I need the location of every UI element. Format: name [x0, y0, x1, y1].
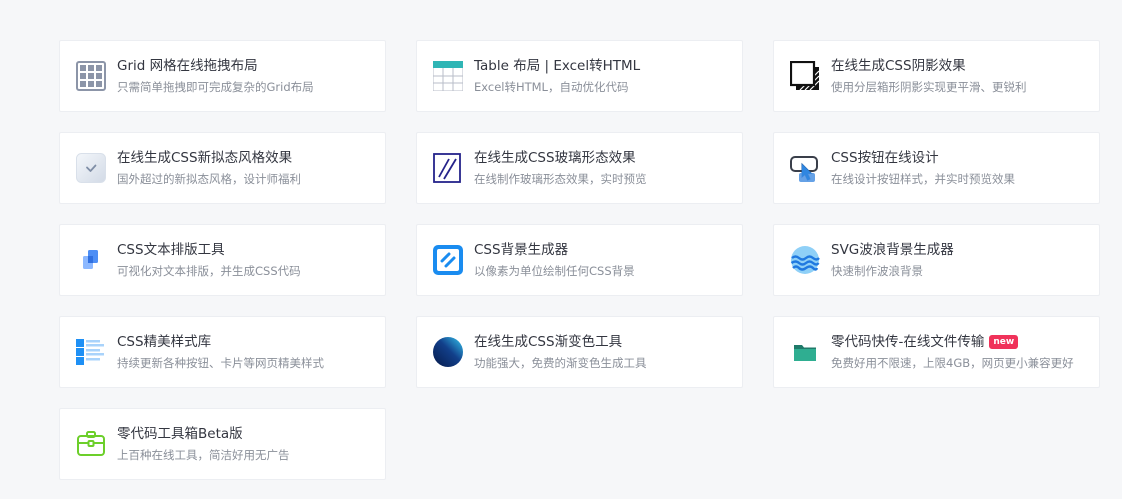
table-icon [432, 60, 464, 92]
tool-description: 上百种在线工具，简洁好用无广告 [117, 448, 290, 462]
tool-description: 可视化对文本排版，并生成CSS代码 [117, 264, 301, 278]
glassmorphism-icon [432, 152, 464, 184]
tool-description: Excel转HTML，自动优化代码 [474, 80, 629, 94]
tool-title: 零代码工具箱Beta版 [117, 426, 243, 442]
tool-description: 只需简单拖拽即可完成复杂的Grid布局 [117, 80, 314, 94]
tool-title: 在线生成CSS新拟态风格效果 [117, 150, 293, 166]
tool-card-table-layout[interactable]: Table 布局 | Excel转HTML Excel转HTML，自动优化代码 [416, 40, 743, 112]
tool-card-file-transfer[interactable]: 零代码快传-在线文件传输 new 免费好用不限速，上限4GB，网页更小兼容更好 [773, 316, 1100, 388]
tool-title: 零代码快传-在线文件传输 [831, 334, 985, 350]
tool-card-toolbox[interactable]: 零代码工具箱Beta版 上百种在线工具，简洁好用无广告 [59, 408, 386, 480]
tool-card-button-design[interactable]: CSS按钮在线设计 在线设计按钮样式，并实时预览效果 [773, 132, 1100, 204]
tool-title: CSS文本排版工具 [117, 242, 225, 258]
tool-title: SVG波浪背景生成器 [831, 242, 954, 258]
tool-title: CSS按钮在线设计 [831, 150, 939, 166]
folder-icon [789, 336, 821, 368]
tool-title: Grid 网格在线拖拽布局 [117, 58, 258, 74]
tool-title: 在线生成CSS玻璃形态效果 [474, 150, 636, 166]
toolbox-icon [75, 428, 107, 460]
box-shadow-icon [789, 60, 821, 92]
tool-card-box-shadow[interactable]: 在线生成CSS阴影效果 使用分层箱形阴影实现更平滑、更锐利 [773, 40, 1100, 112]
tool-description: 功能强大，免费的渐变色生成工具 [474, 356, 647, 370]
tool-description: 在线制作玻璃形态效果，实时预览 [474, 172, 647, 186]
style-library-icon [75, 336, 107, 368]
tool-description: 以像素为单位绘制任何CSS背景 [474, 264, 635, 278]
svg-wave-icon [789, 244, 821, 276]
background-generator-icon [432, 244, 464, 276]
text-layout-icon [75, 244, 107, 276]
neumorphism-icon [75, 152, 107, 184]
tool-description: 国外超过的新拟态风格，设计师福利 [117, 172, 301, 186]
tool-title-row: 零代码快传-在线文件传输 new [831, 333, 1074, 351]
tool-title: 在线生成CSS阴影效果 [831, 58, 966, 74]
button-design-icon [789, 152, 821, 184]
tool-description: 持续更新各种按钮、卡片等网页精美样式 [117, 356, 324, 370]
tool-title: CSS精美样式库 [117, 334, 212, 350]
tool-description: 使用分层箱形阴影实现更平滑、更锐利 [831, 80, 1027, 94]
new-badge: new [989, 335, 1019, 349]
tools-grid: Grid 网格在线拖拽布局 只需简单拖拽即可完成复杂的Grid布局 Table … [59, 40, 1100, 480]
tool-description: 快速制作波浪背景 [831, 264, 923, 278]
tool-card-gradient[interactable]: 在线生成CSS渐变色工具 功能强大，免费的渐变色生成工具 [416, 316, 743, 388]
grid-layout-icon [75, 60, 107, 92]
tool-card-glassmorphism[interactable]: 在线生成CSS玻璃形态效果 在线制作玻璃形态效果，实时预览 [416, 132, 743, 204]
gradient-icon [432, 336, 464, 368]
tool-description: 在线设计按钮样式，并实时预览效果 [831, 172, 1015, 186]
tool-description: 免费好用不限速，上限4GB，网页更小兼容更好 [831, 356, 1074, 370]
tool-title: 在线生成CSS渐变色工具 [474, 334, 623, 350]
tool-title: CSS背景生成器 [474, 242, 569, 258]
tool-card-neumorphism[interactable]: 在线生成CSS新拟态风格效果 国外超过的新拟态风格，设计师福利 [59, 132, 386, 204]
tool-card-text-layout[interactable]: CSS文本排版工具 可视化对文本排版，并生成CSS代码 [59, 224, 386, 296]
tool-card-style-library[interactable]: CSS精美样式库 持续更新各种按钮、卡片等网页精美样式 [59, 316, 386, 388]
tool-card-svg-wave[interactable]: SVG波浪背景生成器 快速制作波浪背景 [773, 224, 1100, 296]
tool-card-grid-layout[interactable]: Grid 网格在线拖拽布局 只需简单拖拽即可完成复杂的Grid布局 [59, 40, 386, 112]
tool-title: Table 布局 | Excel转HTML [474, 58, 641, 74]
tool-card-background-generator[interactable]: CSS背景生成器 以像素为单位绘制任何CSS背景 [416, 224, 743, 296]
